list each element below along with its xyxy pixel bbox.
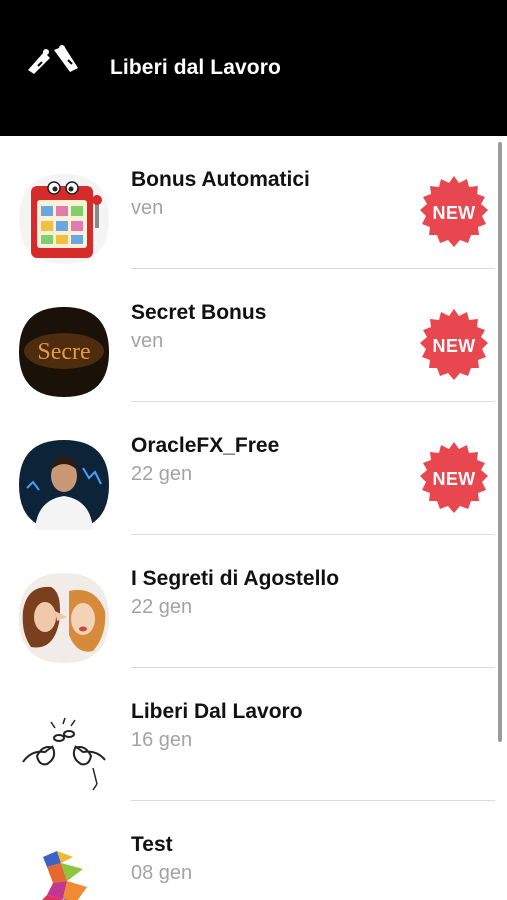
chat-list[interactable]: Bonus Automatici ven NEW Secre Secret Bo… [0,136,507,900]
chat-title: I Segreti di Agostello [131,567,340,590]
chat-date: 16 gen [131,729,193,751]
badge-label: NEW [432,469,476,489]
chat-date: 08 gen [131,862,193,884]
page-title: Liberi dal Lavoro [110,56,281,79]
secret-text-icon: Secre [17,305,111,399]
chat-title: Secret Bonus [131,301,267,324]
broken-chain-icon [24,40,82,76]
chat-date: ven [131,197,164,219]
chat-date: ven [131,330,164,352]
whispering-women-icon [17,571,111,665]
slot-machine-icon [17,172,111,266]
chat-title: OracleFX_Free [131,434,280,457]
chat-row-i-segreti-di-agostello[interactable]: I Segreti di Agostello 22 gen [0,535,507,668]
new-badge: NEW [415,440,493,518]
chat-title: Bonus Automatici [131,168,310,191]
scrollbar[interactable] [498,142,502,742]
chat-date: 22 gen [131,463,193,485]
chat-row-oraclefx-free[interactable]: OracleFX_Free 22 gen NEW [0,402,507,535]
chat-row-bonus-automatici[interactable]: Bonus Automatici ven NEW [0,136,507,269]
svg-text:Secre: Secre [37,339,90,365]
badge-label: NEW [432,336,476,356]
chat-row-liberi-dal-lavoro[interactable]: Liberi Dal Lavoro 16 gen [0,668,507,801]
badge-label: NEW [432,203,476,223]
top-bar: Liberi dal Lavoro [0,0,507,136]
chat-title: Liberi Dal Lavoro [131,700,303,723]
broken-chains-icon [17,704,111,798]
new-badge: NEW [415,174,493,252]
man-portrait-icon [17,438,111,532]
chat-title: Test [131,833,173,856]
chat-row-secret-bonus[interactable]: Secre Secret Bonus ven NEW [0,269,507,402]
new-badge: NEW [415,307,493,385]
chat-row-test[interactable]: Test 08 gen [0,801,507,900]
chat-date: 22 gen [131,596,193,618]
app-screen: Liberi dal Lavoro Bonus Automatici ven N… [0,0,507,900]
polygon-runner-icon [17,837,111,900]
